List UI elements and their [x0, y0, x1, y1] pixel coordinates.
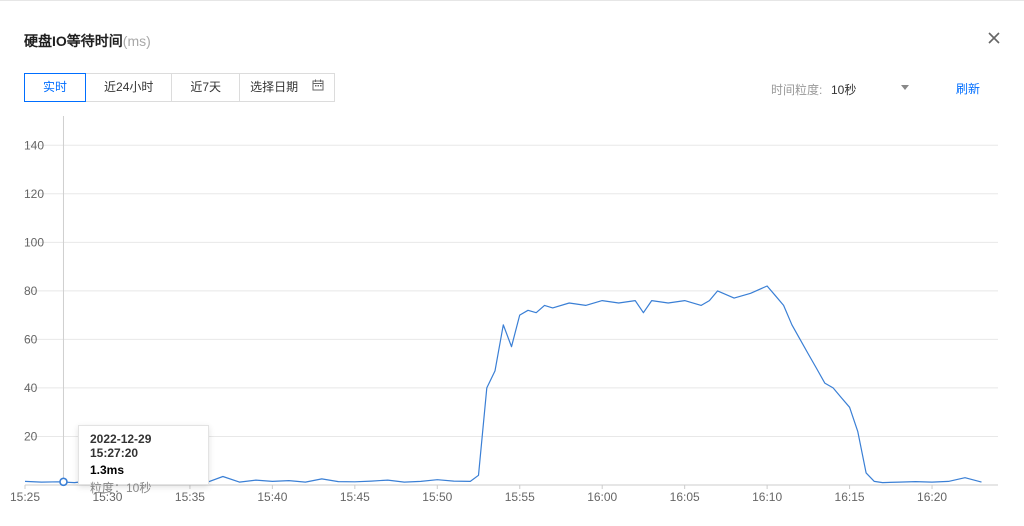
x-tick-label: 16:00 — [587, 490, 617, 504]
chart-dialog: 硬盘IO等待时间(ms) 实时 近24小时 近7天 选择日期 时间粒度: 10秒… — [0, 0, 1024, 526]
range-24h-button[interactable]: 近24小时 — [85, 73, 173, 102]
highlight-point-marker — [59, 477, 68, 487]
y-tick-label: 40 — [24, 381, 38, 395]
tooltip-value: 1.3ms — [90, 463, 125, 477]
calendar-icon — [312, 74, 324, 101]
tooltip-time: 2022-12-29 15:27:20 — [90, 432, 152, 460]
refresh-button[interactable]: 刷新 — [956, 80, 980, 97]
y-tick-label: 60 — [24, 332, 38, 346]
x-tick-label: 15:45 — [340, 490, 370, 504]
x-tick-label: 16:10 — [752, 490, 782, 504]
y-tick-label: 100 — [24, 235, 44, 249]
chevron-down-icon — [901, 85, 909, 90]
range-realtime-button[interactable]: 实时 — [24, 73, 87, 102]
x-tick-label: 15:50 — [422, 490, 452, 504]
chart-tooltip: 2022-12-29 15:27:20 1.3ms 粒度：10秒 — [78, 425, 209, 495]
granularity-select[interactable]: 10秒 — [823, 73, 917, 102]
dialog-title-text: 硬盘IO等待时间 — [24, 33, 123, 49]
x-tick-label: 15:40 — [257, 490, 287, 504]
dialog-title-unit: (ms) — [122, 33, 151, 49]
granularity-label: 时间粒度: — [771, 83, 823, 97]
y-tick-label: 120 — [24, 187, 44, 201]
granularity-value: 10秒 — [831, 83, 857, 97]
x-tick-label: 15:55 — [505, 490, 535, 504]
date-picker-label: 选择日期 — [250, 80, 299, 94]
time-range-selector: 实时 近24小时 近7天 选择日期 — [24, 73, 336, 102]
x-tick-label: 15:25 — [10, 490, 40, 504]
y-tick-label: 140 — [24, 138, 44, 152]
y-tick-label: 20 — [24, 429, 38, 443]
date-picker[interactable]: 选择日期 — [239, 73, 336, 102]
x-tick-label: 16:15 — [835, 490, 865, 504]
x-tick-label: 16:05 — [670, 490, 700, 504]
tooltip-granularity: 粒度：10秒 — [90, 481, 152, 495]
x-tick-label: 16:20 — [917, 490, 947, 504]
y-tick-label: 80 — [24, 284, 38, 298]
range-7d-button[interactable]: 近7天 — [171, 73, 241, 102]
dialog-title: 硬盘IO等待时间(ms) — [24, 31, 151, 51]
close-icon[interactable] — [985, 29, 1003, 47]
